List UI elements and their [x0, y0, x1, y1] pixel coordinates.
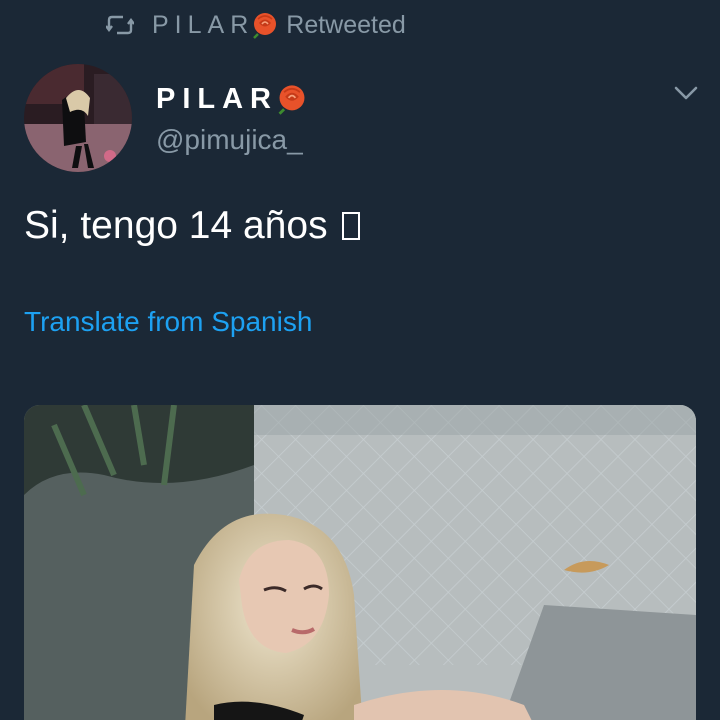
tweet-screen: PILAR Retweeted PILAR @pimujica_ Si, ten… [0, 0, 720, 720]
retweet-context[interactable]: PILAR Retweeted [106, 8, 406, 42]
tweet-text: Si, tengo 14 años [24, 204, 361, 248]
rose-emoji-icon [250, 10, 280, 40]
chevron-down-icon[interactable] [672, 82, 700, 104]
author-name-text[interactable]: PILAR [156, 83, 278, 116]
author-display-name[interactable]: PILAR [156, 82, 309, 116]
retweeter-name[interactable]: PILAR [152, 11, 254, 40]
tweet-text-content: Si, tengo 14 años [24, 204, 328, 247]
retweeted-label: Retweeted [286, 10, 406, 39]
rose-emoji-icon [275, 82, 309, 116]
missing-glyph-icon [342, 212, 361, 240]
avatar[interactable] [24, 64, 132, 172]
tweet-media-image[interactable] [24, 405, 696, 720]
translate-link[interactable]: Translate from Spanish [24, 306, 312, 338]
retweet-icon [106, 14, 134, 36]
author-handle[interactable]: @pimujica_ [156, 124, 303, 156]
